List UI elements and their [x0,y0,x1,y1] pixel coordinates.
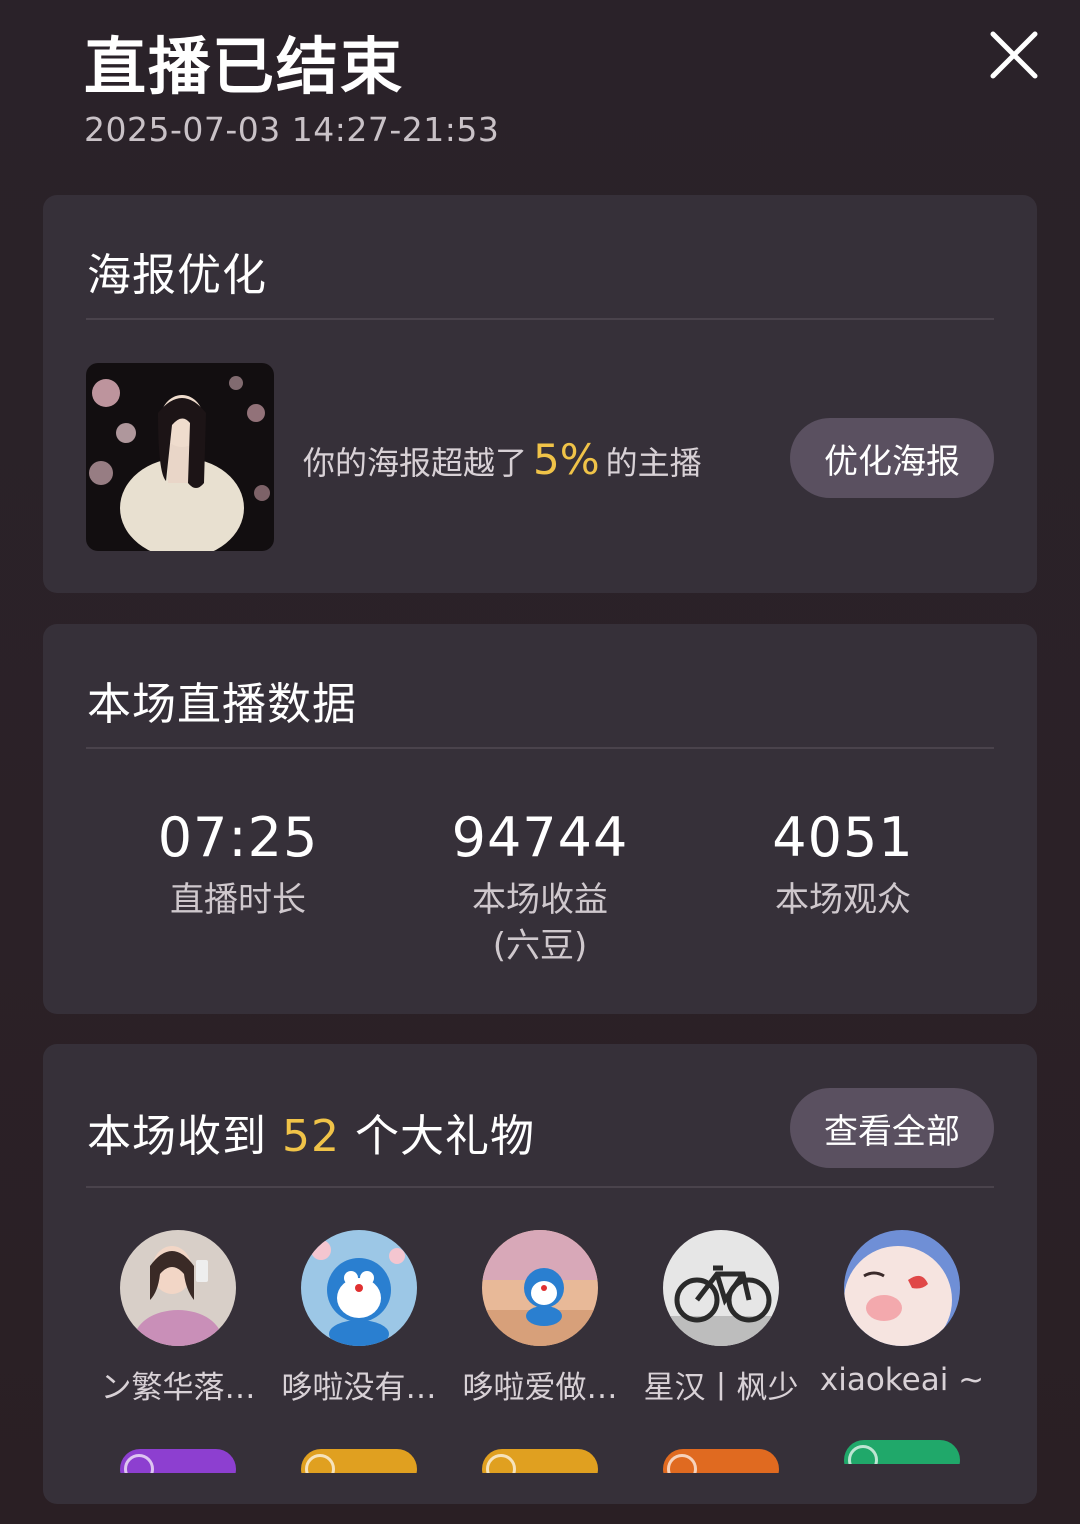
gifts-title-suffix: 个大礼物 [355,1111,535,1162]
stat-value: 07:25 [157,806,319,869]
gift-user-name: 哆啦没有… [281,1370,437,1406]
gifts-count: 52 [282,1111,340,1162]
gift-user-name: 星汉丨枫少 [643,1370,799,1406]
stat-duration: 07:25 直播时长 [88,806,388,923]
optimize-poster-button[interactable]: 优化海报 [790,418,994,498]
poster-rank-text: 你的海报超越了 5% 的主播 [303,435,702,484]
stat-label: 直播时长 [170,880,306,920]
page-title: 直播已结束 [84,30,405,103]
gift-user[interactable]: 哆啦没有… [269,1230,449,1473]
gift-user-name: xiaokeai ~ [819,1362,985,1398]
level-badge-icon [482,1449,598,1473]
gift-user-name: 哆啦爱做… [462,1370,618,1406]
poster-rank-prefix: 你的海报超越了 [303,444,528,482]
gifts-title-prefix: 本场收到 [87,1111,267,1162]
avatar[interactable] [844,1230,960,1346]
view-all-button[interactable]: 查看全部 [790,1088,994,1168]
gifts-card-title: 本场收到 52 个大礼物 [87,1100,535,1164]
gifts-card: 本场收到 52 个大礼物 查看全部 ン繁华落… 哆啦没有… 哆啦爱做… 星汉丨枫… [43,1044,1037,1504]
stat-label: 本场观众 [775,880,911,920]
poster-thumbnail[interactable] [86,363,274,551]
avatar[interactable] [663,1230,779,1346]
gift-user[interactable]: 星汉丨枫少 [631,1230,811,1473]
stat-label: 本场收益 (六豆) [472,880,608,966]
gift-user[interactable]: ン繁华落… [88,1230,268,1473]
poster-rank-suffix: 的主播 [605,444,702,482]
level-badge-icon [844,1440,960,1464]
live-stats-card: 本场直播数据 07:25 直播时长 94744 本场收益 (六豆) 4051 本… [43,624,1037,1014]
gift-user[interactable]: 哆啦爱做… [450,1230,630,1473]
divider [86,747,994,749]
divider [86,318,994,320]
stats-card-title: 本场直播数据 [87,679,357,730]
stat-value: 94744 [451,806,629,869]
poster-card-title: 海报优化 [87,250,267,301]
gift-user-name: ン繁华落… [100,1370,256,1406]
gift-user[interactable]: xiaokeai ~ [812,1230,992,1464]
avatar[interactable] [301,1230,417,1346]
live-time-range: 2025-07-03 14:27-21:53 [84,110,500,149]
stat-viewers: 4051 本场观众 [693,806,993,923]
close-icon[interactable] [985,26,1043,84]
level-badge-icon [120,1449,236,1473]
stat-value: 4051 [772,806,914,869]
divider [86,1186,994,1188]
level-badge-icon [301,1449,417,1473]
avatar[interactable] [120,1230,236,1346]
poster-optimization-card: 海报优化 你的海报超越了 5% 的主播 优化海报 [43,195,1037,593]
avatar[interactable] [482,1230,598,1346]
level-badge-icon [663,1449,779,1473]
stat-earnings: 94744 本场收益 (六豆) [390,806,690,969]
poster-rank-percent: 5% [533,435,600,484]
